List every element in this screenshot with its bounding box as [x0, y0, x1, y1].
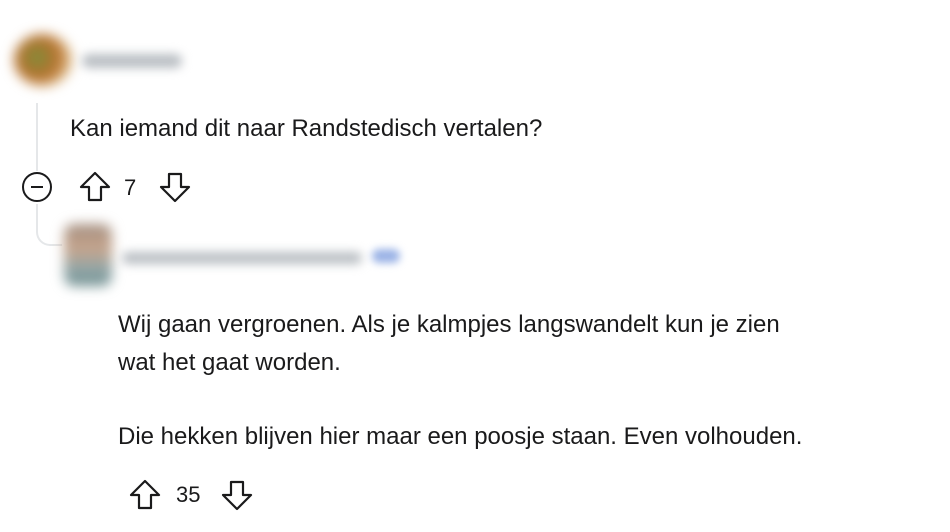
username-redacted[interactable] — [122, 252, 362, 264]
upvote-button[interactable] — [78, 170, 112, 204]
avatar[interactable] — [64, 224, 112, 286]
downvote-button[interactable] — [158, 170, 192, 204]
arrow-down-icon — [159, 172, 191, 203]
thread-line[interactable] — [36, 103, 38, 171]
user-badge — [372, 249, 400, 263]
vote-score: 7 — [124, 175, 137, 200]
avatar[interactable] — [14, 34, 72, 86]
upvote-button[interactable] — [128, 478, 162, 512]
reply-body-line: Die hekken blijven hier maar een poosje … — [118, 423, 803, 450]
collapse-button[interactable] — [22, 172, 52, 202]
vote-score: 35 — [176, 482, 201, 507]
comment-body: Kan iemand dit naar Randstedisch vertale… — [70, 115, 543, 142]
username-redacted[interactable] — [82, 54, 182, 68]
arrow-up-icon — [129, 479, 161, 510]
reply-body-line: wat het gaat worden. — [118, 349, 341, 376]
reply-body-line: Wij gaan vergroenen. Als je kalmpjes lan… — [118, 311, 780, 338]
downvote-button[interactable] — [220, 478, 254, 512]
minus-icon — [31, 186, 43, 188]
reply-thread-connector — [36, 204, 62, 246]
arrow-down-icon — [221, 480, 253, 511]
arrow-up-icon — [79, 171, 111, 202]
